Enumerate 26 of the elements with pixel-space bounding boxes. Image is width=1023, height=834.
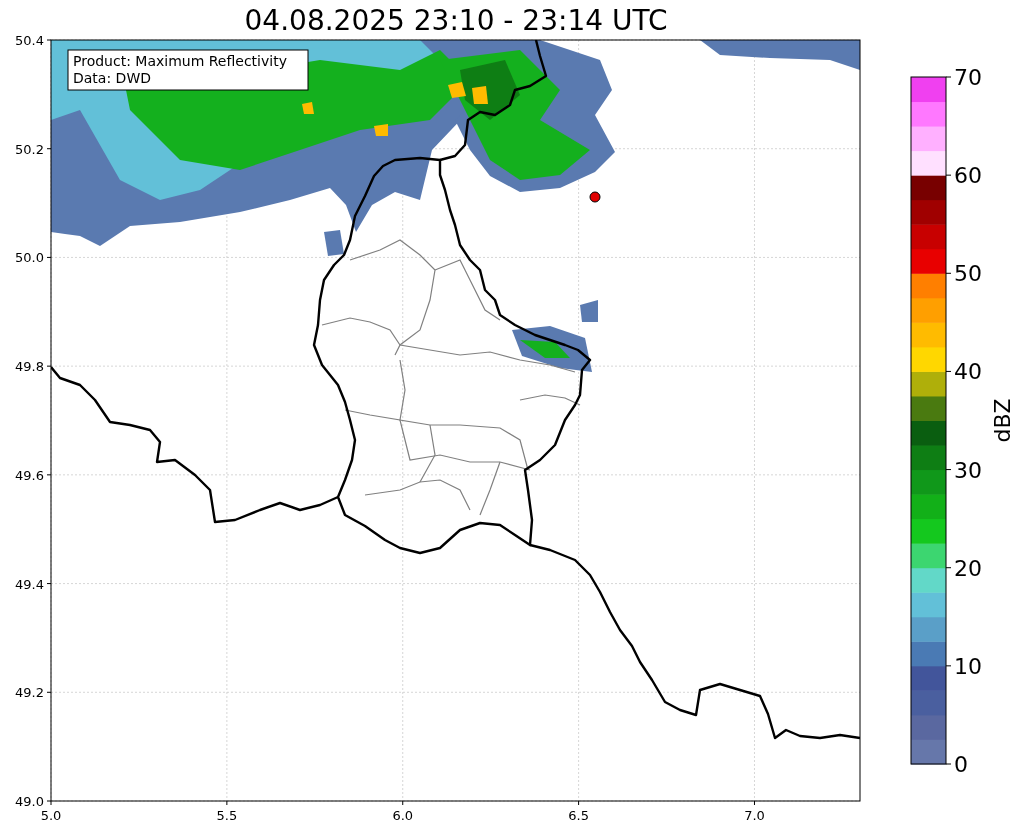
colorbar-tick-label: 30: [954, 457, 982, 483]
axis-tick-label: 49.8: [15, 359, 44, 375]
axis-tick-label: 6.0: [392, 808, 414, 823]
axis-tick-label: 49.6: [15, 467, 44, 483]
colorbar-tick-label: 50: [954, 261, 982, 287]
axis-tick-label: 49.2: [15, 685, 44, 701]
axis-tick-label: 49.4: [15, 576, 44, 592]
axis-tick-label: 6.5: [568, 808, 589, 823]
axis-tick-label: 50.0: [15, 250, 44, 266]
colorbar-tick-label: 70: [954, 65, 982, 90]
axis-tick-label: 7.0: [744, 808, 765, 823]
axis-tick-label: 50.2: [15, 141, 44, 157]
chart-title: 04.08.2025 23:10 - 23:14 UTC: [243, 3, 669, 39]
axis-tick-label: 5.0: [40, 808, 62, 823]
axis-tick-label: 50.4: [15, 33, 44, 48]
colorbar-tick-label: 10: [954, 653, 982, 679]
axis-tick-label: 49.0: [15, 794, 44, 809]
colorbar-tick-label: 40: [954, 359, 982, 385]
colorbar-tick-label: 60: [954, 163, 982, 189]
colorbar-tick-label: 20: [954, 555, 982, 581]
info-text: Data: DWD: [73, 70, 151, 86]
location-marker: [589, 191, 601, 203]
colorbar-tick-label: 0: [954, 752, 968, 777]
axis-tick-label: 5.5: [216, 808, 238, 823]
info-text: Product: Maximum Reflectivity: [73, 53, 287, 69]
colorbar-label: dBZ: [990, 398, 1015, 443]
